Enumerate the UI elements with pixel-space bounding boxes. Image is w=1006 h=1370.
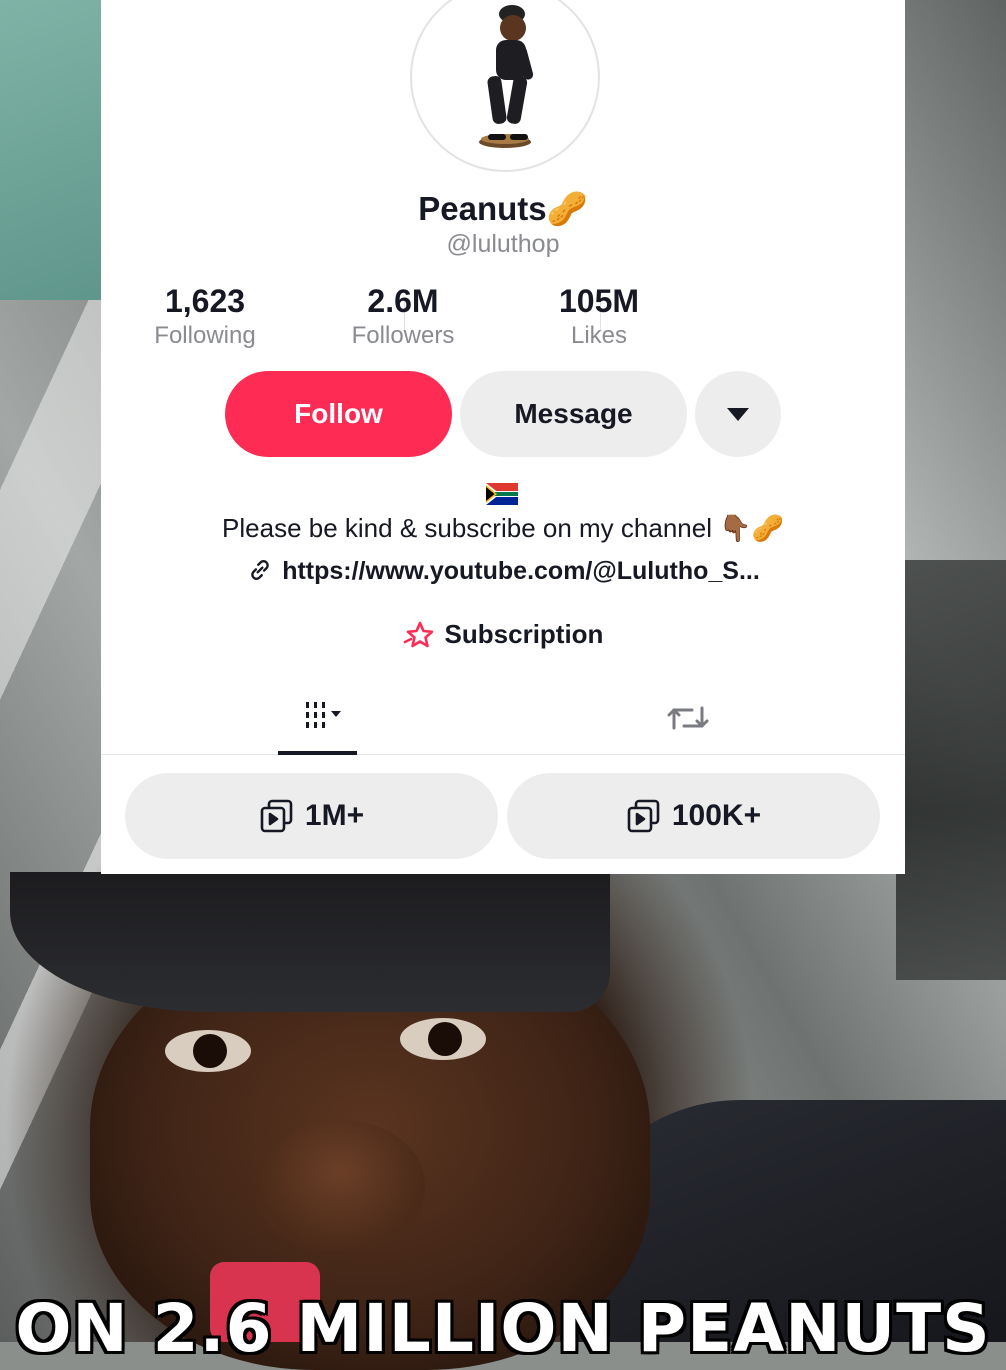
avatar-figure-icon [479, 5, 534, 148]
bio-text: Please be kind & subscribe on my channel… [222, 513, 784, 543]
stat-followers[interactable]: 2.6M Followers [303, 283, 503, 350]
stat-value: 105M [558, 283, 640, 319]
left-eye [165, 1030, 251, 1072]
south-africa-flag-icon [486, 483, 518, 505]
stats-row: 1,623 Following 2.6M Followers 105M Like… [154, 283, 801, 353]
bio-link[interactable]: https://www.youtube.com/@Lulutho_S... [101, 556, 905, 586]
message-button[interactable]: Message [460, 371, 687, 457]
stat-label: Followers [351, 322, 455, 349]
link-icon [251, 560, 269, 580]
bio-link-text: https://www.youtube.com/@Lulutho_S... [282, 557, 760, 585]
stat-label: Likes [570, 322, 628, 349]
content-tabs [101, 682, 905, 755]
stat-value: 2.6M [367, 283, 439, 319]
display-name: Peanuts🥜 [418, 190, 588, 227]
username: @luluthop [446, 230, 560, 258]
right-eye [400, 1018, 486, 1060]
highlight-label: 1M+ [304, 799, 365, 832]
stat-label: Following [154, 322, 256, 349]
more-options-button[interactable] [695, 371, 781, 457]
fabric-shadow [896, 560, 1006, 980]
nose [255, 1120, 425, 1250]
stat-following[interactable]: 1,623 Following [105, 283, 305, 350]
playlist-icon [627, 799, 660, 833]
stat-value: 1,623 [164, 283, 246, 319]
highlight-100k[interactable]: 100K+ [507, 773, 880, 859]
follow-button[interactable]: Follow [225, 371, 452, 457]
caret-down-icon [727, 407, 749, 421]
subscription-label: Subscription [444, 619, 604, 649]
video-caption: ON 2.6 MILLION PEANUTS [15, 1290, 991, 1367]
grid-icon [306, 702, 341, 728]
avatar[interactable] [410, 0, 600, 172]
star-icon [403, 621, 433, 648]
repost-icon [667, 706, 709, 730]
highlight-label: 100K+ [671, 799, 762, 832]
tab-videos[interactable] [278, 682, 358, 754]
selected-tab-indicator [278, 751, 357, 755]
creator-cap [10, 872, 610, 1012]
highlight-1m[interactable]: 1M+ [125, 773, 498, 859]
stat-likes[interactable]: 105M Likes [499, 283, 699, 350]
profile-panel: Peanuts🥜 @luluthop 1,623 Following 2.6M … [101, 0, 905, 874]
playlist-icon [260, 799, 293, 833]
tab-reposts[interactable] [648, 682, 728, 754]
subscription-link[interactable]: Subscription [101, 619, 905, 650]
